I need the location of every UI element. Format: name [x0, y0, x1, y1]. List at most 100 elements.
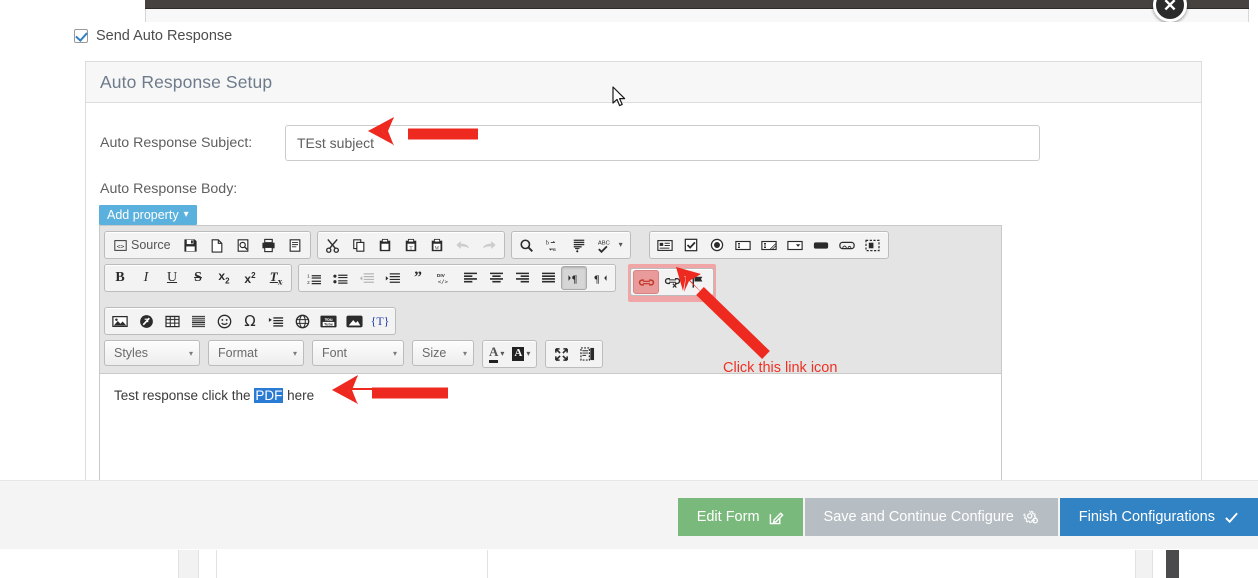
paste-icon[interactable]: [372, 233, 398, 257]
send-auto-response-row[interactable]: Send Auto Response: [74, 28, 232, 44]
gears-icon: [1023, 509, 1039, 525]
chevron-down-icon: ▾: [526, 350, 530, 358]
format-combo[interactable]: Format ▾: [208, 340, 304, 366]
media-embed-icon[interactable]: [341, 309, 367, 333]
add-property-button[interactable]: Add property ▾: [99, 205, 197, 225]
underline-icon[interactable]: U: [159, 266, 185, 290]
placeholder-token-icon[interactable]: {T}: [367, 309, 393, 333]
size-combo[interactable]: Size ▾: [412, 340, 474, 366]
check-icon: [1224, 510, 1239, 525]
save-continue-button[interactable]: Save and Continue Configure: [805, 498, 1058, 536]
unlink-icon[interactable]: [659, 270, 685, 294]
send-auto-response-checkbox[interactable]: [74, 29, 88, 43]
paste-word-icon[interactable]: W: [424, 233, 450, 257]
create-div-icon[interactable]: DIV</>: [431, 266, 457, 290]
scissors-icon[interactable]: [320, 233, 346, 257]
links-group-highlight: [628, 264, 716, 302]
text-field-icon[interactable]: [730, 233, 756, 257]
editor-content-area[interactable]: Test response click the PDF here: [100, 374, 1001, 492]
omega-icon[interactable]: Ω: [237, 309, 263, 333]
rich-text-editor: <> Source: [99, 225, 1002, 493]
smiley-icon[interactable]: [211, 309, 237, 333]
select-field-icon[interactable]: [782, 233, 808, 257]
horizontal-rule-icon[interactable]: [185, 309, 211, 333]
svg-text:¶: ¶: [571, 274, 577, 284]
modal-top-spacer: [145, 9, 1249, 22]
editor-selected-text: PDF: [254, 388, 283, 403]
action-footer: Edit Form Save and Continue Configure Fi…: [0, 480, 1258, 549]
table-icon[interactable]: [159, 309, 185, 333]
page-break-icon[interactable]: [263, 309, 289, 333]
redo-arrow-icon[interactable]: [476, 233, 502, 257]
link-icon[interactable]: [633, 270, 659, 294]
edit-form-button[interactable]: Edit Form: [678, 498, 803, 536]
strikethrough-icon[interactable]: S: [185, 266, 211, 290]
find-replace-icon[interactable]: ba: [540, 233, 566, 257]
maximize-icon[interactable]: [548, 342, 574, 366]
radio-icon[interactable]: [704, 233, 730, 257]
blockquote-icon[interactable]: ”: [405, 266, 431, 290]
text-direction-rtl-icon[interactable]: ¶: [587, 266, 613, 290]
new-page-icon[interactable]: [204, 233, 230, 257]
text-color-icon[interactable]: A ▾: [485, 342, 508, 366]
form-icon[interactable]: [652, 233, 678, 257]
align-center-icon[interactable]: [483, 266, 509, 290]
paste-text-icon[interactable]: T: [398, 233, 424, 257]
font-combo-value: Font: [322, 346, 347, 360]
svg-text:1: 1: [307, 273, 310, 278]
editing-group: ba ABC ▾: [511, 231, 631, 259]
subject-row: Auto Response Subject:: [100, 125, 1040, 161]
finish-configurations-button[interactable]: Finish Configurations: [1060, 498, 1258, 536]
font-combo[interactable]: Font ▾: [312, 340, 404, 366]
finish-configurations-label: Finish Configurations: [1079, 509, 1215, 525]
background-color-icon[interactable]: A ▾: [508, 342, 534, 366]
colors-group: A ▾ A ▾: [482, 340, 537, 368]
anchor-flag-icon[interactable]: [685, 270, 711, 294]
editor-text-after: here: [283, 388, 314, 403]
bold-icon[interactable]: B: [107, 266, 133, 290]
select-all-icon[interactable]: [566, 233, 592, 257]
checkbox-icon[interactable]: [678, 233, 704, 257]
button-field-icon[interactable]: [808, 233, 834, 257]
flash-icon[interactable]: [133, 309, 159, 333]
styles-combo[interactable]: Styles ▾: [104, 340, 200, 366]
italic-icon[interactable]: I: [133, 266, 159, 290]
format-combo-value: Format: [218, 346, 258, 360]
svg-text:W: W: [434, 246, 439, 251]
image-icon[interactable]: [107, 309, 133, 333]
indent-icon[interactable]: [379, 266, 405, 290]
show-blocks-icon[interactable]: [574, 342, 600, 366]
text-direction-ltr-icon[interactable]: ¶: [561, 266, 587, 290]
iframe-globe-icon[interactable]: [289, 309, 315, 333]
align-right-icon[interactable]: [509, 266, 535, 290]
basic-styles-group: B I U S x2 x2 Tx: [104, 264, 292, 292]
youtube-icon[interactable]: YouTube: [315, 309, 341, 333]
align-left-icon[interactable]: [457, 266, 483, 290]
source-button[interactable]: <> Source: [107, 233, 178, 257]
image-button-icon[interactable]: [834, 233, 860, 257]
superscript-icon[interactable]: x2: [237, 266, 263, 290]
subscript-icon[interactable]: x2: [211, 266, 237, 290]
magnifier-icon[interactable]: [514, 233, 540, 257]
annotation-link-note: Click this link icon: [723, 360, 837, 376]
align-justify-icon[interactable]: [535, 266, 561, 290]
preview-magnifier-icon[interactable]: [230, 233, 256, 257]
styles-combo-value: Styles: [114, 346, 148, 360]
bulleted-list-icon[interactable]: [327, 266, 353, 290]
textarea-icon[interactable]: [756, 233, 782, 257]
mouse-cursor: [612, 86, 628, 108]
auto-response-setup-panel: Auto Response Setup Auto Response Subjec…: [85, 61, 1202, 480]
chevron-down-icon: ▾: [184, 210, 189, 220]
auto-response-subject-input[interactable]: [285, 125, 1040, 161]
numbered-list-icon[interactable]: 12: [301, 266, 327, 290]
hidden-field-icon[interactable]: [860, 233, 886, 257]
floppy-save-icon[interactable]: [178, 233, 204, 257]
copy-icon[interactable]: [346, 233, 372, 257]
remove-format-icon[interactable]: Tx: [263, 266, 289, 290]
outdent-icon[interactable]: [353, 266, 379, 290]
screen: ✕ Send Auto Response Auto Response Setup…: [0, 0, 1258, 578]
abc-check-icon[interactable]: ABC ▾: [592, 233, 628, 257]
templates-icon[interactable]: [282, 233, 308, 257]
printer-icon[interactable]: [256, 233, 282, 257]
undo-arrow-icon[interactable]: [450, 233, 476, 257]
